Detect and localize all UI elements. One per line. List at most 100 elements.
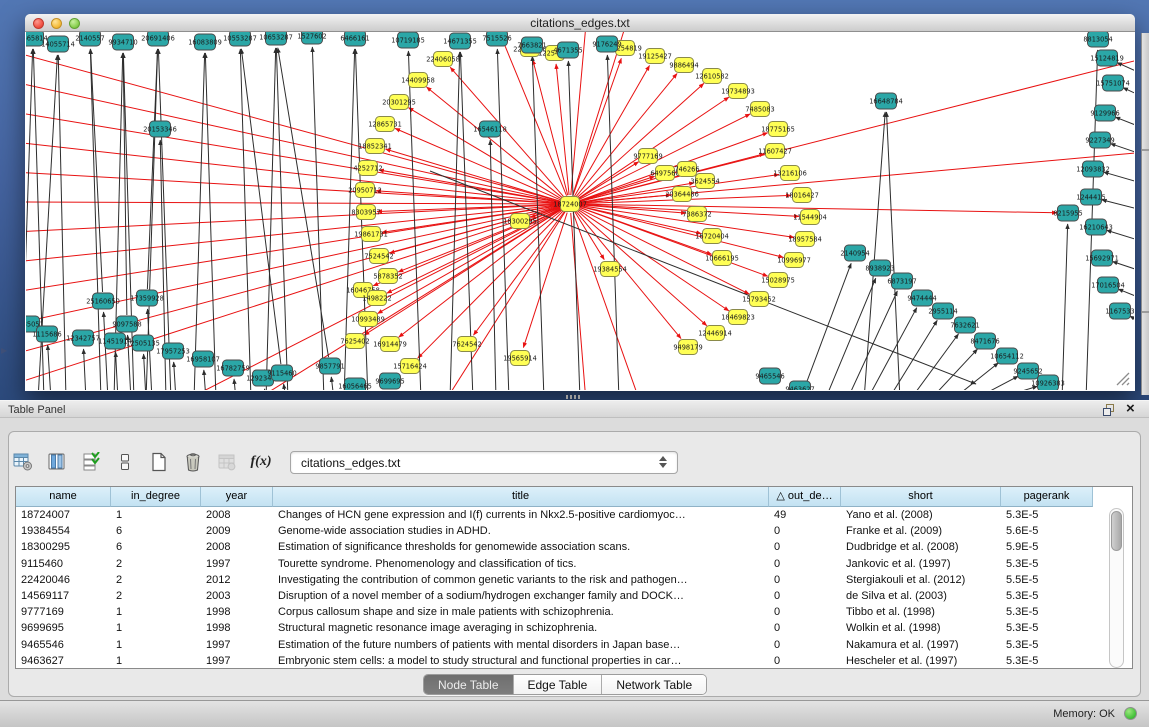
column-header-short[interactable]: short (841, 487, 1001, 507)
collapsed-right-panel-strip[interactable] (1141, 33, 1149, 395)
node-label: 20364486 (665, 190, 699, 198)
red-edge[interactable] (26, 205, 561, 262)
black-edge[interactable] (48, 345, 51, 390)
select-columns-button[interactable] (80, 451, 102, 473)
black-edge[interactable] (1123, 88, 1134, 96)
black-edge[interactable] (825, 278, 876, 390)
table-row[interactable]: 977716911998Corpus callosum shape and si… (16, 604, 1093, 620)
window-titlebar[interactable]: citations_edges.txt (25, 14, 1135, 32)
red-edge[interactable] (578, 114, 750, 200)
tab-edge-table[interactable]: Edge Table (514, 675, 603, 694)
black-edge[interactable] (847, 291, 897, 390)
column-header-name[interactable]: name (16, 487, 111, 507)
delete-table-button[interactable] (216, 451, 238, 473)
black-edge[interactable] (241, 49, 281, 364)
table-row[interactable]: 946554611997Estimation of the future num… (16, 637, 1093, 653)
float-panel-icon[interactable] (1103, 404, 1116, 417)
table-row[interactable]: 1872400712008Changes of HCN gene express… (16, 507, 1093, 523)
red-edge[interactable] (450, 67, 564, 197)
black-edge[interactable] (144, 354, 146, 390)
panel-expand-arrow-icon[interactable]: ▶ (1, 346, 7, 355)
table-row[interactable]: 2242004622012Investigating the contribut… (16, 572, 1093, 588)
red-edge[interactable] (523, 213, 567, 348)
node-label: 9857791 (315, 362, 344, 370)
black-edge[interactable] (867, 308, 917, 390)
black-edge[interactable] (1107, 230, 1134, 240)
column-header-out_de[interactable]: △ out_de… (769, 487, 841, 507)
black-edge[interactable] (58, 55, 66, 390)
black-edge[interactable] (264, 389, 266, 390)
canvas-resize-grip-icon[interactable] (1114, 370, 1130, 386)
tab-node-table[interactable]: Node Table (424, 675, 514, 694)
function-builder-button[interactable]: f(x) (250, 451, 272, 473)
red-edge[interactable] (26, 206, 561, 354)
black-edge[interactable] (930, 349, 977, 390)
red-edge[interactable] (573, 32, 626, 195)
create-column-button[interactable] (148, 451, 170, 473)
black-edge[interactable] (194, 53, 205, 390)
black-edge[interactable] (1115, 117, 1134, 126)
column-header-year[interactable]: year (201, 487, 273, 507)
black-edge[interactable] (116, 352, 118, 390)
node-label: 4252712 (353, 164, 382, 172)
black-edge[interactable] (1062, 224, 1068, 390)
red-edge[interactable] (26, 202, 561, 204)
panel-splitter-handle[interactable] (566, 395, 580, 399)
black-edge[interactable] (174, 362, 176, 390)
node-label: 1115686 (32, 330, 61, 338)
black-edge[interactable] (26, 49, 33, 390)
black-edge[interactable] (800, 263, 851, 390)
column-header-title[interactable]: title (273, 487, 769, 507)
black-edge[interactable] (147, 49, 157, 289)
black-edge[interactable] (952, 363, 998, 390)
citation-network-graph[interactable]: 1872400722406058144099582030129512865731… (26, 32, 1134, 390)
black-edge[interactable] (204, 370, 206, 390)
close-panel-icon[interactable]: × (1126, 400, 1135, 418)
delete-column-button[interactable] (182, 451, 204, 473)
table-cell: 1 (111, 507, 201, 523)
table-row[interactable]: 1830029562008Estimation of significance … (16, 539, 1093, 555)
table-cell: Changes of HCN gene expression and I(f) … (273, 507, 769, 523)
table-cell: 2008 (201, 539, 273, 555)
black-edge[interactable] (84, 349, 86, 390)
black-edge[interactable] (1102, 200, 1134, 209)
node-label: 7386372 (682, 210, 711, 218)
red-edge[interactable] (398, 207, 561, 272)
black-edge[interactable] (312, 47, 324, 390)
black-edge[interactable] (284, 384, 286, 390)
row-options-button[interactable] (114, 451, 136, 473)
column-header-pagerank[interactable]: pagerank (1001, 487, 1093, 507)
table-selector-dropdown[interactable]: citations_edges.txt (290, 451, 678, 474)
modify-table-mode-button[interactable] (12, 451, 34, 473)
table-row[interactable]: 946362711997Embryonic stem cells: a mode… (16, 653, 1093, 669)
black-edge[interactable] (1104, 172, 1134, 182)
table-row[interactable]: 969969511998Structural magnetic resonanc… (16, 620, 1093, 636)
vertical-scrollbar[interactable] (1109, 508, 1124, 668)
black-edge[interactable] (1118, 289, 1134, 297)
node-label: 15692971 (1085, 254, 1119, 262)
black-edge[interactable] (234, 379, 236, 390)
black-edge[interactable] (1117, 63, 1134, 72)
table-row[interactable]: 1456911722003Disruption of a novel membe… (16, 588, 1093, 604)
black-edge[interactable] (910, 334, 958, 390)
table-row[interactable]: 911546021997Tourette syndrome. Phenomeno… (16, 556, 1093, 572)
black-edge[interactable] (331, 377, 334, 390)
red-edge[interactable] (576, 211, 681, 339)
black-edge[interactable] (887, 112, 900, 390)
column-header-in_degree[interactable]: in_degree (111, 487, 201, 507)
node-label: 15793452 (742, 295, 776, 303)
black-edge[interactable] (1110, 144, 1134, 153)
black-edge[interactable] (888, 320, 937, 390)
tab-network-table[interactable]: Network Table (602, 675, 706, 694)
node-label: 12865731 (368, 120, 402, 128)
black-edge[interactable] (1112, 261, 1134, 270)
table-cell: 5.3E-5 (1001, 637, 1093, 653)
black-edge[interactable] (104, 312, 108, 390)
node-label: 19565914 (503, 354, 537, 362)
black-edge[interactable] (240, 49, 251, 390)
network-canvas[interactable]: 1872400722406058144099582030129512865731… (26, 32, 1134, 390)
scrollbar-thumb[interactable] (1111, 511, 1122, 551)
table-row[interactable]: 1938455462009Genome-wide association stu… (16, 523, 1093, 539)
black-edge[interactable] (607, 55, 619, 390)
show-columns-button[interactable] (46, 451, 68, 473)
